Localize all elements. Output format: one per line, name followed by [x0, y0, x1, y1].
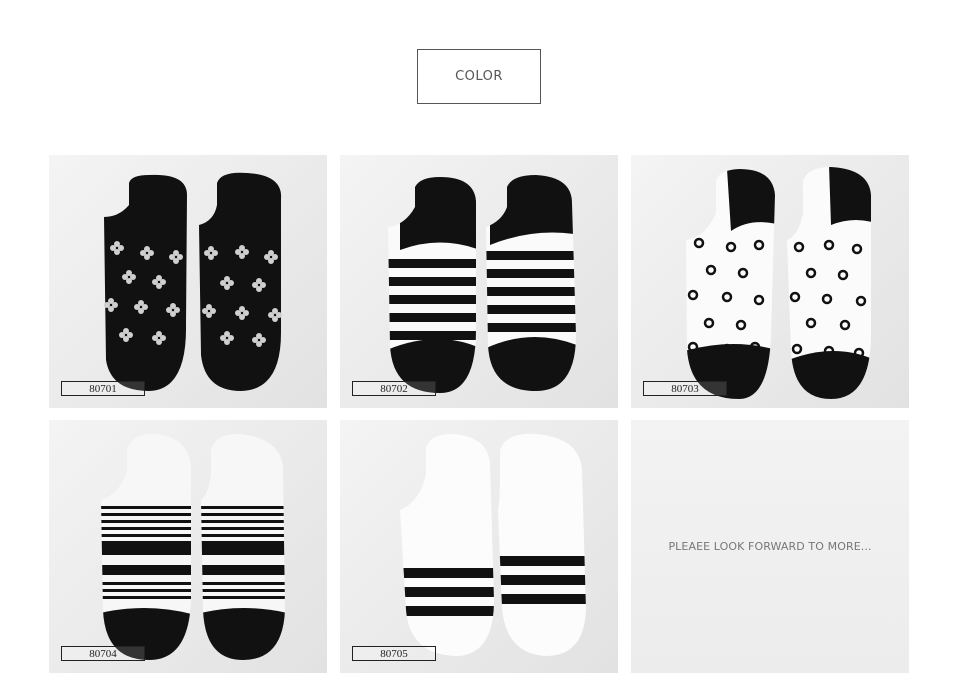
coming-soon-tile: PLEAEE LOOK FORWARD TO MORE...	[631, 420, 909, 673]
product-code-label: 80704	[61, 646, 145, 661]
product-tile-80703[interactable]: 80703	[631, 155, 909, 408]
product-code-label: 80701	[61, 381, 145, 396]
sock-pair-image	[686, 167, 871, 399]
product-tile-80704[interactable]: 80704	[49, 420, 327, 673]
product-tile-80701[interactable]: 80701	[49, 155, 327, 408]
coming-soon-text: PLEAEE LOOK FORWARD TO MORE...	[668, 540, 872, 553]
product-tile-80705[interactable]: 80705	[340, 420, 618, 673]
product-code-label: 80703	[643, 381, 727, 396]
sock-pair-image	[101, 434, 285, 660]
product-code-label: 80705	[352, 646, 436, 661]
color-section-heading: COLOR	[417, 49, 541, 104]
product-code-label: 80702	[352, 381, 436, 396]
sock-pair-image	[388, 175, 576, 393]
sock-pair-image	[104, 172, 282, 391]
product-tile-80702[interactable]: 80702	[340, 155, 618, 408]
sock-pair-image	[400, 433, 586, 656]
